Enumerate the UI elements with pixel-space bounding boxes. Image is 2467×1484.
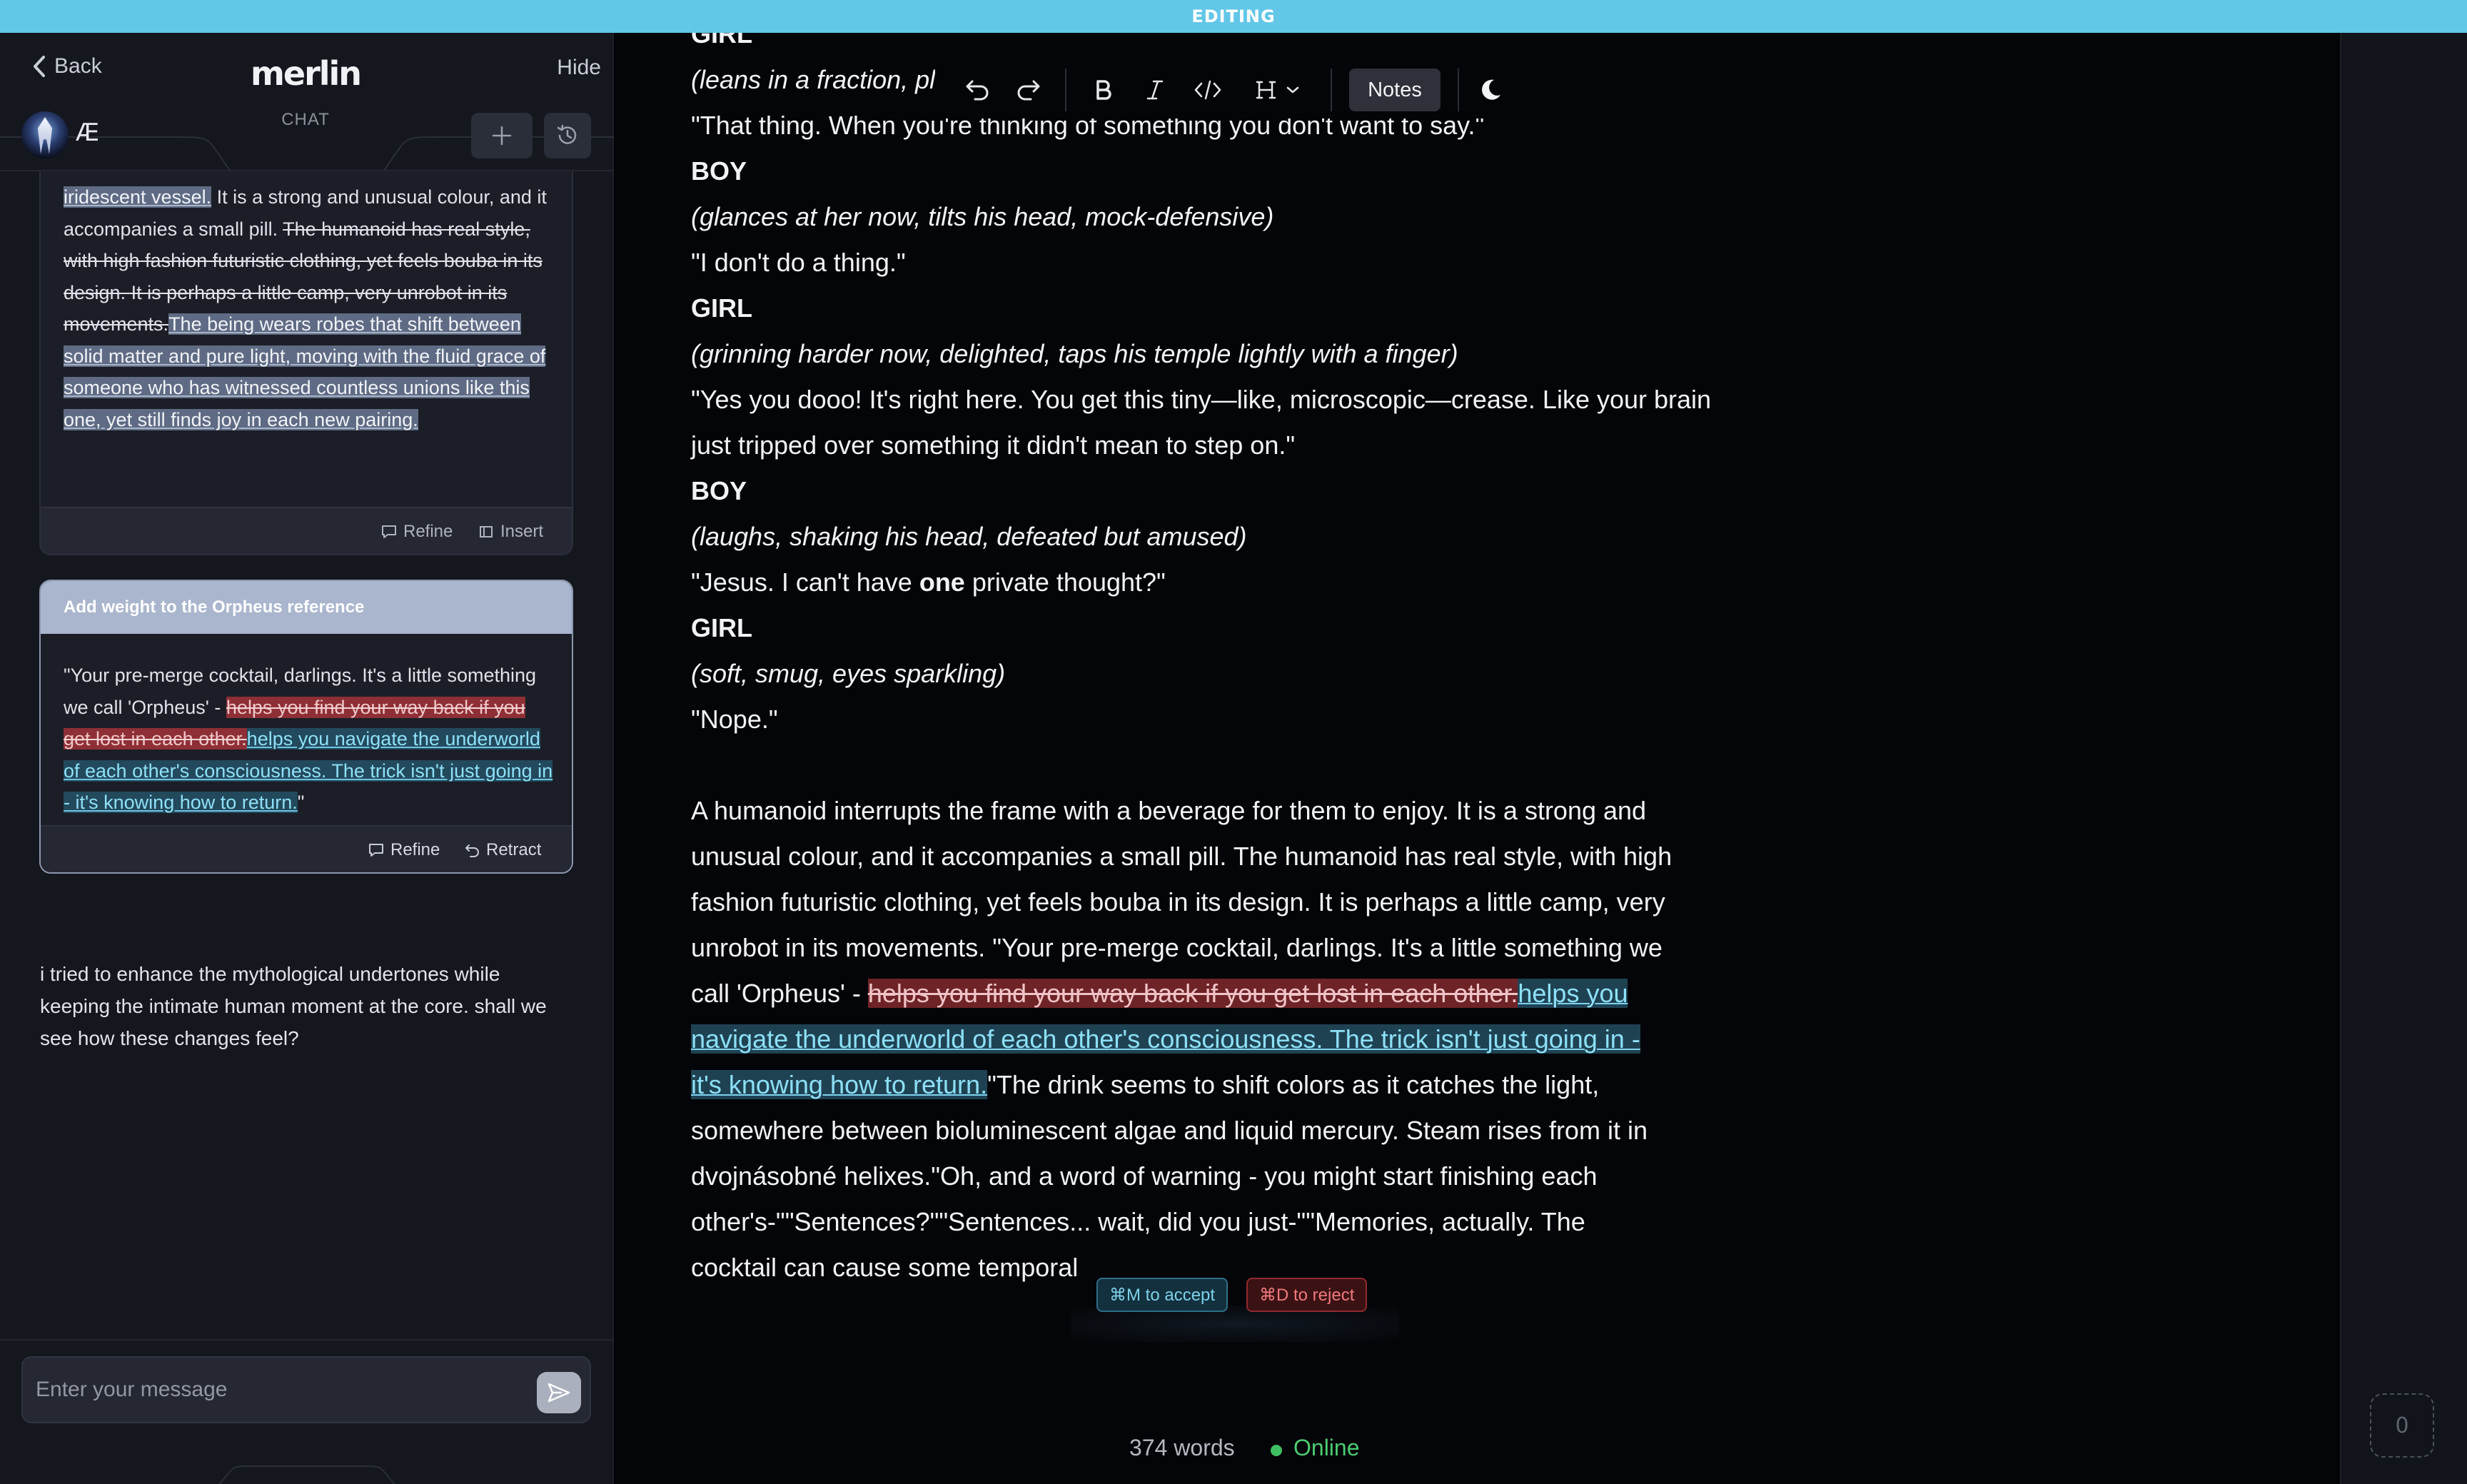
suggestion-card-body: iridescent vessel. It is a strong and un… (64, 181, 556, 435)
script-direction: (soft, smug, eyes sparkling) (691, 659, 1006, 688)
script-dialogue: "Jesus. I can't have one private thought… (691, 567, 1166, 597)
word-count: 374 words (1129, 1435, 1235, 1460)
redo-button[interactable] (1011, 61, 1045, 118)
notes-button[interactable]: Notes (1349, 69, 1441, 111)
script-speaker: GIRL (691, 33, 752, 49)
suggestion-card: iridescent vessel. It is a strong and un… (39, 171, 573, 555)
suggestion-card-title: Add weight to the Orpheus reference (41, 581, 572, 634)
bold-button[interactable] (1086, 61, 1121, 118)
chevron-down-icon (1286, 86, 1299, 94)
refine-button[interactable]: Refine (368, 827, 440, 872)
script-dialogue: just tripped over something it didn't me… (691, 430, 1296, 460)
theme-toggle-button[interactable] (1473, 61, 1508, 118)
message-input[interactable] (21, 1356, 591, 1423)
footer-tab-shape (218, 1465, 395, 1484)
suggestion-card-body: "Your pre-merge cocktail, darlings. It's… (64, 660, 556, 819)
moon-icon (1482, 79, 1500, 100)
editor-content[interactable]: GIRL (leans in a fraction, pl "That thin… (691, 33, 1712, 1291)
history-icon (557, 124, 577, 144)
paragraph-text: A humanoid interrupts the frame with a b… (691, 796, 1673, 1008)
insert-icon (480, 526, 493, 537)
bold-icon (1096, 80, 1111, 100)
script-direction: (laughs, shaking his head, defeated but … (691, 522, 1247, 551)
editor-paragraph: A humanoid interrupts the frame with a b… (691, 788, 1676, 1291)
accept-changes-button[interactable]: ⌘M to accept (1096, 1278, 1229, 1312)
pending-deletion[interactable]: helps you find your way back if you get … (867, 979, 1518, 1008)
avatar[interactable] (21, 111, 69, 158)
insert-label: Insert (500, 522, 544, 541)
back-label: Back (54, 54, 102, 78)
refine-button[interactable]: Refine (380, 508, 453, 554)
heading-dropdown[interactable] (1246, 61, 1311, 118)
suggestion-unchanged-text: " (297, 792, 305, 813)
script-direction: (grinning harder now, delighted, taps hi… (691, 339, 1458, 368)
assistant-message: i tried to enhance the mythological unde… (40, 963, 547, 1049)
back-button[interactable]: Back (31, 54, 102, 79)
editing-mode-banner: EDITING (0, 0, 2467, 33)
redo-icon (1017, 80, 1040, 101)
script-speaker: BOY (691, 156, 747, 186)
paragraph-text: "The drink seems to shift colors as it c… (691, 1070, 1648, 1282)
retract-button[interactable]: Retract (465, 827, 542, 872)
script-speaker: GIRL (691, 613, 752, 642)
hide-sidebar-button[interactable]: Hide (557, 56, 601, 80)
script-dialogue: "I don't do a thing." (691, 248, 906, 277)
toolbar-separator (1331, 69, 1332, 111)
retract-label: Retract (486, 840, 542, 859)
chevron-left-icon (34, 56, 45, 77)
script-dialogue: "Nope." (691, 705, 778, 734)
reject-changes-button[interactable]: ⌘D to reject (1246, 1278, 1368, 1312)
connection-status: Online (1293, 1435, 1360, 1460)
user-initials: Æ (76, 118, 100, 147)
suggestion-card: Add weight to the Orpheus reference "You… (39, 580, 573, 874)
send-icon (548, 1383, 570, 1403)
italic-button[interactable] (1138, 61, 1172, 118)
code-button[interactable] (1189, 61, 1226, 118)
toolbar-separator (1458, 69, 1459, 111)
refine-label: Refine (390, 840, 440, 859)
script-speaker: GIRL (691, 293, 752, 323)
suggestion-added-text: iridescent vessel. (64, 186, 212, 208)
refine-label: Refine (403, 522, 453, 541)
heading-icon (1256, 81, 1276, 99)
undo-icon (966, 80, 989, 101)
brand-wordmark: merlin (250, 54, 362, 93)
insert-button[interactable]: Insert (478, 508, 544, 554)
input-divider (0, 1339, 614, 1341)
toolbar-separator (1065, 69, 1066, 111)
history-button[interactable] (544, 113, 591, 158)
document-editor[interactable]: GIRL (leans in a fraction, pl "That thin… (615, 33, 2339, 1484)
code-icon (1194, 80, 1221, 100)
new-chat-button[interactable] (471, 113, 533, 158)
send-button[interactable] (537, 1372, 581, 1413)
undo-button[interactable] (961, 61, 995, 118)
undo-icon (465, 844, 479, 857)
online-status-dot (1271, 1445, 1282, 1456)
counter-badge[interactable]: 0 (2370, 1393, 2434, 1458)
suggestion-card-footer: Refine Insert (41, 507, 572, 554)
comment-icon (382, 525, 396, 538)
script-speaker: BOY (691, 476, 747, 505)
plus-icon (492, 126, 512, 146)
italic-icon (1146, 80, 1164, 100)
right-gutter (2340, 33, 2467, 1484)
chat-sidebar: Back merlin Hide CHAT Æ iridescent vesse… (0, 33, 614, 1484)
script-direction: (glances at her now, tilts his head, moc… (691, 202, 1274, 231)
script-dialogue: "Yes you dooo! It's right here. You get … (691, 385, 1712, 414)
suggestion-card-footer: Refine Retract (41, 825, 572, 872)
comment-icon (369, 844, 383, 857)
